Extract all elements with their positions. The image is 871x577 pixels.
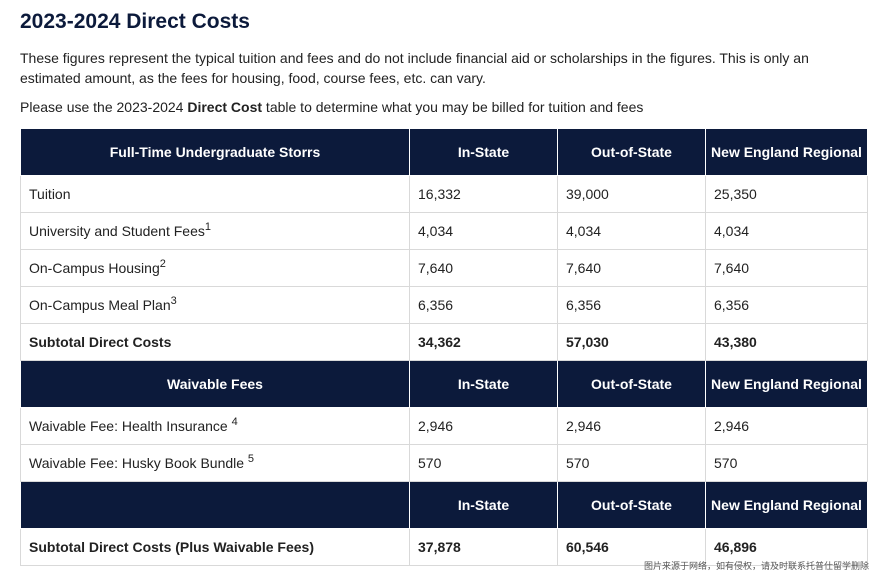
- table-cell: 4,034: [705, 212, 868, 250]
- page-title: 2023-2024 Direct Costs: [20, 10, 250, 33]
- subtotal-cell: 43,380: [705, 323, 868, 361]
- lead-text-before: Please use the 2023-2024: [20, 99, 188, 115]
- row-label-text: Waivable Fee: Husky Book Bundle: [29, 455, 248, 471]
- header-cell: Full-Time Undergraduate Storrs: [20, 128, 410, 176]
- table-cell: 2,946: [705, 407, 868, 445]
- row-label-text: University and Student Fees: [29, 223, 205, 239]
- header-cell: New England Regional: [705, 360, 868, 408]
- table-cell: 25,350: [705, 175, 868, 213]
- table-cell: 6,356: [557, 286, 706, 324]
- header-cell: In-State: [409, 360, 558, 408]
- image-watermark: 图片来源于网络，如有侵权，请及时联系托普仕留学删除: [643, 561, 869, 571]
- table-cell: 4,034: [409, 212, 558, 250]
- header-cell: Waivable Fees: [20, 360, 410, 408]
- header-cell: [20, 481, 410, 529]
- footnote-marker: 4: [231, 416, 238, 428]
- subtotal-label: Subtotal Direct Costs: [20, 323, 410, 361]
- waivable-header-row: Waivable Fees In-State Out-of-State New …: [20, 360, 868, 408]
- row-label-text: On-Campus Meal Plan: [29, 297, 171, 313]
- table-cell: 2,946: [557, 407, 706, 445]
- table-cell: 6,356: [705, 286, 868, 324]
- row-label: Waivable Fee: Health Insurance 4: [20, 407, 410, 445]
- row-label: University and Student Fees1: [20, 212, 410, 250]
- table-header-row: Full-Time Undergraduate Storrs In-State …: [20, 128, 868, 176]
- table-row: On-Campus Meal Plan3 6,356 6,356 6,356: [20, 286, 868, 324]
- footnote-marker: 3: [170, 295, 177, 307]
- totals-header-row: In-State Out-of-State New England Region…: [20, 481, 868, 529]
- subtotal-row: Subtotal Direct Costs 34,362 57,030 43,3…: [20, 323, 868, 361]
- header-cell: New England Regional: [705, 128, 868, 176]
- footnote-marker: 2: [159, 258, 166, 270]
- subtotal-cell: 34,362: [409, 323, 558, 361]
- header-cell: Out-of-State: [557, 481, 706, 529]
- table-cell: 570: [409, 444, 558, 482]
- footnote-marker: 1: [204, 221, 211, 233]
- table-cell: 570: [557, 444, 706, 482]
- table-row: Waivable Fee: Health Insurance 4 2,946 2…: [20, 407, 868, 445]
- lead-paragraph: Please use the 2023-2024 Direct Cost tab…: [20, 97, 643, 117]
- subtotal-label: Subtotal Direct Costs (Plus Waivable Fee…: [20, 528, 410, 566]
- footnote-marker: 5: [247, 453, 255, 465]
- table-cell: 7,640: [557, 249, 706, 287]
- table-row: Waivable Fee: Husky Book Bundle 5 570 57…: [20, 444, 868, 482]
- table-cell: 6,356: [409, 286, 558, 324]
- table-cell: 7,640: [705, 249, 868, 287]
- row-label: Tuition: [20, 175, 410, 213]
- header-cell: In-State: [409, 481, 558, 529]
- row-label-text: On-Campus Housing: [29, 260, 160, 276]
- row-label-text: Tuition: [29, 186, 71, 202]
- table-row: On-Campus Housing2 7,640 7,640 7,640: [20, 249, 868, 287]
- table-row: Tuition 16,332 39,000 25,350: [20, 175, 868, 213]
- header-cell: Out-of-State: [557, 128, 706, 176]
- table-cell: 7,640: [409, 249, 558, 287]
- table-cell: 4,034: [557, 212, 706, 250]
- lead-text-bold: Direct Cost: [187, 99, 263, 115]
- table-cell: 39,000: [557, 175, 706, 213]
- header-cell: In-State: [409, 128, 558, 176]
- subtotal-cell: 57,030: [557, 323, 706, 361]
- table-row: University and Student Fees1 4,034 4,034…: [20, 212, 868, 250]
- table-cell: 16,332: [409, 175, 558, 213]
- table-cell: 2,946: [409, 407, 558, 445]
- row-label: On-Campus Meal Plan3: [20, 286, 410, 324]
- subtotal-cell: 37,878: [409, 528, 558, 566]
- intro-paragraph: These figures represent the typical tuit…: [20, 50, 809, 86]
- row-label: On-Campus Housing2: [20, 249, 410, 287]
- table-cell: 570: [705, 444, 868, 482]
- lead-text-after: table to determine what you may be bille…: [262, 99, 644, 115]
- header-cell: Out-of-State: [557, 360, 706, 408]
- row-label-text: Waivable Fee: Health Insurance: [29, 418, 232, 434]
- header-cell: New England Regional: [705, 481, 868, 529]
- row-label: Waivable Fee: Husky Book Bundle 5: [20, 444, 410, 482]
- direct-costs-table: Full-Time Undergraduate Storrs In-State …: [20, 128, 868, 566]
